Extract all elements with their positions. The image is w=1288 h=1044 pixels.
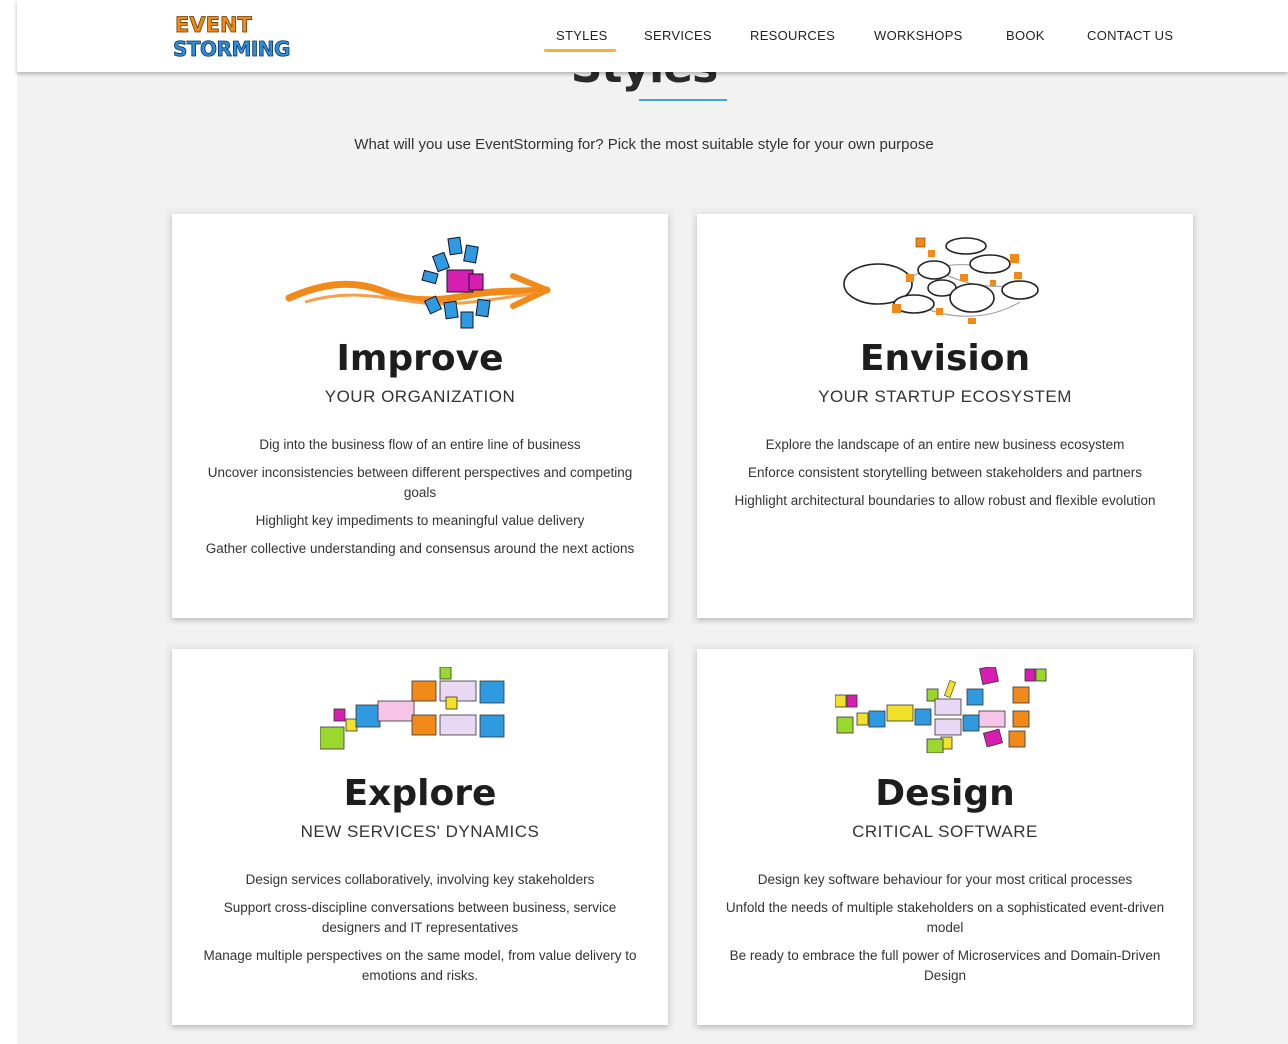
card-subtitle: NEW SERVICES' DYNAMICS bbox=[300, 822, 540, 841]
card-title: Improve bbox=[336, 338, 504, 379]
card-benefits-list: Design key software behaviour for your m… bbox=[725, 870, 1165, 994]
nav-contact-us[interactable]: CONTACT US bbox=[1087, 28, 1173, 43]
card-art bbox=[172, 667, 668, 787]
card-art bbox=[697, 232, 1193, 352]
list-item: Dig into the business flow of an entire … bbox=[259, 437, 581, 452]
eventstorming-logo[interactable]: EVENT STORMING bbox=[172, 10, 292, 62]
card-subtitle: YOUR ORGANIZATION bbox=[324, 387, 516, 406]
ecosystem-bubbles-icon bbox=[843, 237, 1039, 324]
orange-arrow-with-sticky-notes-icon bbox=[285, 236, 551, 329]
card-art bbox=[172, 232, 668, 352]
card-art bbox=[697, 667, 1193, 787]
list-item: Design services collaboratively, involvi… bbox=[245, 872, 595, 887]
list-item: Highlight architectural boundaries to al… bbox=[734, 493, 1156, 508]
list-item: Support cross-discipline conversations b… bbox=[223, 900, 617, 935]
list-item: Design key software behaviour for your m… bbox=[757, 872, 1133, 887]
card-title: Envision bbox=[859, 338, 1031, 379]
card-benefits-list: Dig into the business flow of an entire … bbox=[200, 435, 640, 567]
svg-text:STORMING: STORMING bbox=[173, 37, 290, 61]
nav-styles[interactable]: STYLES bbox=[556, 28, 608, 43]
style-card-envision[interactable]: Envision YOUR STARTUP ECOSYSTEM Explore … bbox=[697, 214, 1193, 618]
list-item: Explore the landscape of an entire new b… bbox=[765, 437, 1125, 452]
nav-active-indicator bbox=[544, 49, 616, 52]
card-subtitle: CRITICAL SOFTWARE bbox=[852, 822, 1038, 841]
list-item: Manage multiple perspectives on the same… bbox=[203, 948, 637, 983]
style-card-design[interactable]: Design CRITICAL SOFTWARE Design key soft… bbox=[697, 649, 1193, 1025]
nav-workshops[interactable]: WORKSHOPS bbox=[874, 28, 963, 43]
card-benefits-list: Explore the landscape of an entire new b… bbox=[725, 435, 1165, 519]
style-card-improve[interactable]: Improve YOUR ORGANIZATION Dig into the b… bbox=[172, 214, 668, 618]
site-header: EVENT STORMING STYLES SERVICES RESOURCES… bbox=[17, 0, 1288, 72]
card-title: Explore bbox=[343, 773, 497, 814]
list-item: Be ready to embrace the full power of Mi… bbox=[729, 948, 1161, 983]
card-title: Design bbox=[875, 773, 1015, 814]
list-item: Highlight key impediments to meaningful … bbox=[255, 513, 585, 528]
section-subtitle: What will you use EventStorming for? Pic… bbox=[354, 136, 934, 153]
nav-services[interactable]: SERVICES bbox=[644, 28, 712, 43]
software-design-notes-icon bbox=[835, 667, 1047, 753]
nav-book[interactable]: BOOK bbox=[1006, 28, 1045, 43]
list-item: Gather collective understanding and cons… bbox=[205, 541, 635, 556]
nav-resources[interactable]: RESOURCES bbox=[750, 28, 835, 43]
list-item: Unfold the needs of multiple stakeholder… bbox=[725, 900, 1165, 935]
title-underline bbox=[639, 99, 727, 101]
svg-text:EVENT: EVENT bbox=[175, 13, 253, 37]
card-subtitle: YOUR STARTUP ECOSYSTEM bbox=[818, 387, 1072, 406]
card-benefits-list: Design services collaboratively, involvi… bbox=[200, 870, 640, 994]
list-item: Enforce consistent storytelling between … bbox=[748, 465, 1142, 480]
list-item: Uncover inconsistencies between differen… bbox=[207, 465, 633, 500]
sticky-notes-flow-icon bbox=[320, 667, 505, 750]
style-card-explore[interactable]: Explore NEW SERVICES' DYNAMICS Design se… bbox=[172, 649, 668, 1025]
